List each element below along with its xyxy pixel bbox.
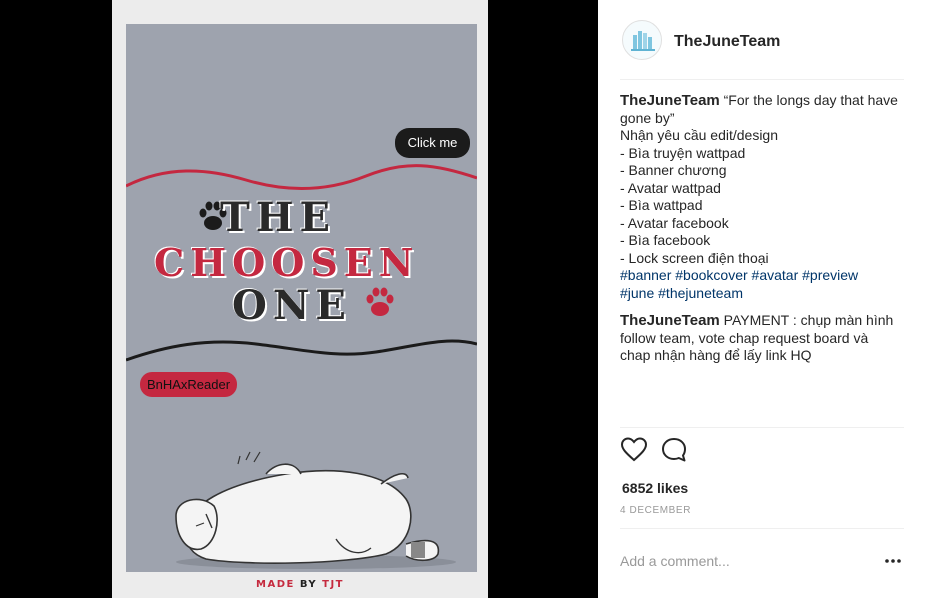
heart-icon[interactable] xyxy=(620,436,648,464)
comment-author[interactable]: TheJuneTeam xyxy=(620,312,720,329)
hashtags[interactable]: #june #thejuneteam xyxy=(620,285,902,303)
divider xyxy=(620,427,904,428)
poster-credit: MADE BY TJT xyxy=(112,572,488,598)
avatar[interactable] xyxy=(622,20,662,60)
post-header: TheJuneTeam xyxy=(620,0,904,80)
post-author-username[interactable]: TheJuneTeam xyxy=(674,33,780,51)
credit-by: BY xyxy=(299,579,318,590)
comments-list: TheJuneTeam “For the longs day that have… xyxy=(620,92,902,375)
poster-title-line1: THE xyxy=(220,194,337,241)
comment-item: TheJuneTeam PAYMENT : chụp màn hình foll… xyxy=(620,312,902,365)
divider xyxy=(620,528,904,529)
caption-line: - Bìa wattpad xyxy=(620,197,703,213)
caption-line: Nhận yêu cầu edit/design xyxy=(620,127,778,143)
add-comment-input[interactable] xyxy=(620,550,870,572)
poster-title-line2: CHOOSEN xyxy=(154,240,420,285)
caption-line: - Banner chương xyxy=(620,162,727,178)
credit-made: MADE xyxy=(256,579,295,590)
post-media: Click me THE CHOOSEN ONE BnHAxReader MAD… xyxy=(0,0,598,598)
bnha-reader-bubble: BnHAxReader xyxy=(140,372,237,397)
black-wave-decoration xyxy=(126,339,477,362)
caption-line: - Bìa truyện wattpad xyxy=(620,144,746,161)
credit-team: TJT xyxy=(322,579,344,590)
caption-line: - Lock screen điện thoại xyxy=(620,249,769,266)
post-date[interactable]: 4 DECEMBER xyxy=(620,505,691,516)
speech-bubble-icon[interactable] xyxy=(660,436,688,464)
more-options-icon[interactable] xyxy=(884,556,902,566)
poster-artwork: Click me THE CHOOSEN ONE BnHAxReader xyxy=(126,24,477,572)
team-logo-icon xyxy=(631,31,655,51)
click-me-bubble: Click me xyxy=(395,128,470,158)
post-side-panel: TheJuneTeam TheJuneTeam “For the longs d… xyxy=(598,0,928,598)
sleeping-cat-illustration xyxy=(175,451,456,569)
post-actions xyxy=(620,436,710,468)
poster-title-line3: ONE xyxy=(232,282,352,329)
comment-author[interactable]: TheJuneTeam xyxy=(620,92,720,109)
paw-print-icon xyxy=(366,287,394,316)
caption-line: - Bìa facebook xyxy=(620,232,711,248)
red-wave-decoration xyxy=(126,164,477,190)
likes-count[interactable]: 6852 likes xyxy=(622,480,688,496)
caption-comment: TheJuneTeam “For the longs day that have… xyxy=(620,92,902,302)
hashtags[interactable]: #banner #bookcover #avatar #preview xyxy=(620,267,902,285)
caption-line: - Avatar wattpad xyxy=(620,179,721,196)
post-image[interactable]: Click me THE CHOOSEN ONE BnHAxReader MAD… xyxy=(112,0,488,598)
caption-line: - Avatar facebook xyxy=(620,214,729,231)
